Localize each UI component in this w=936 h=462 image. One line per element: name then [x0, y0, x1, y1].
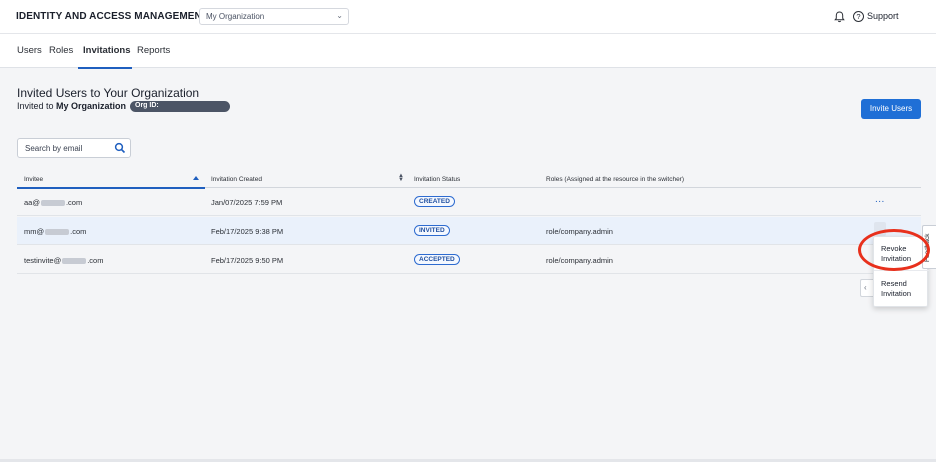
invitation-created: Jan/07/2025 7:59 PM	[211, 198, 283, 207]
redacted-text	[40, 200, 65, 207]
search-input[interactable]: Search by email	[17, 138, 131, 158]
help-icon: ?	[853, 11, 864, 22]
sort-icon[interactable]: ▲ ▼	[398, 173, 404, 183]
org-id-badge: Org ID:	[130, 101, 230, 112]
tab-invitations[interactable]: Invitations	[83, 45, 131, 56]
invitee-email: mm@ .com	[24, 227, 87, 236]
resend-invitation-menu-item[interactable]: Resend Invitation	[881, 279, 925, 299]
table-row: mm@ .com Feb/17/2025 9:38 PM INVITED role…	[17, 217, 921, 245]
row-actions-button[interactable]: ...	[875, 194, 885, 205]
page-title: Invited Users to Your Organization	[17, 86, 200, 100]
redacted-text	[62, 258, 87, 265]
redacted-text	[45, 229, 70, 236]
top-bar: IDENTITY AND ACCESS MANAGEMENT My Organi…	[0, 0, 936, 34]
tab-reports[interactable]: Reports	[137, 45, 170, 56]
search-placeholder: Search by email	[25, 144, 83, 153]
table-row: aa@ .com Jan/07/2025 7:59 PM CREATED ...	[17, 188, 921, 216]
tab-bar: Users Roles Invitations Reports	[0, 34, 936, 69]
organization-selector[interactable]: My Organization ⌄	[199, 8, 349, 25]
search-icon[interactable]	[114, 142, 126, 154]
bell-icon[interactable]	[834, 11, 845, 23]
status-badge: ACCEPTED	[414, 254, 460, 265]
status-badge: CREATED	[414, 196, 455, 207]
support-label: Support	[867, 11, 899, 21]
column-header-invitation-created[interactable]: Invitation Created	[211, 176, 262, 183]
invitee-email: aa@ .com	[24, 198, 83, 207]
table-row: testinvite@ .com Feb/17/2025 9:50 PM ACCE…	[17, 246, 921, 274]
invited-to-prefix: Invited to	[17, 101, 54, 111]
invite-users-button[interactable]: Invite Users	[861, 99, 921, 119]
app-title: IDENTITY AND ACCESS MANAGEMENT	[16, 11, 209, 22]
organization-selector-value: My Organization	[206, 12, 265, 21]
sort-ascending-icon[interactable]	[193, 176, 199, 180]
invited-to-text: Invited to My Organization	[17, 101, 126, 111]
invitee-email: testinvite@ .com	[24, 256, 104, 265]
invited-to-org: My Organization	[56, 101, 127, 111]
table-header: Invitee Invitation Created ▲ ▼ Invitation…	[17, 170, 921, 189]
tab-roles[interactable]: Roles	[49, 45, 73, 56]
chevron-left-icon: ‹	[864, 283, 867, 292]
support-link[interactable]: ? Support	[853, 11, 899, 24]
active-tab-indicator	[78, 67, 132, 69]
status-badge: INVITED	[414, 225, 450, 236]
chevron-down-icon: ⌄	[336, 11, 343, 20]
org-id-label: Org ID:	[135, 102, 159, 109]
pagination-previous-button[interactable]: ‹	[860, 279, 874, 297]
invitation-created: Feb/17/2025 9:50 PM	[211, 256, 284, 265]
annotation-highlight-circle	[858, 229, 930, 271]
roles-cell: role/company.admin	[546, 227, 613, 236]
column-header-invitee[interactable]: Invitee	[24, 176, 43, 183]
roles-cell: role/company.admin	[546, 256, 613, 265]
column-header-invitation-status[interactable]: Invitation Status	[414, 176, 460, 183]
column-header-roles: Roles (Assigned at the resource in the s…	[546, 176, 685, 183]
invitation-created: Feb/17/2025 9:38 PM	[211, 227, 284, 236]
tab-users[interactable]: Users	[17, 45, 42, 56]
